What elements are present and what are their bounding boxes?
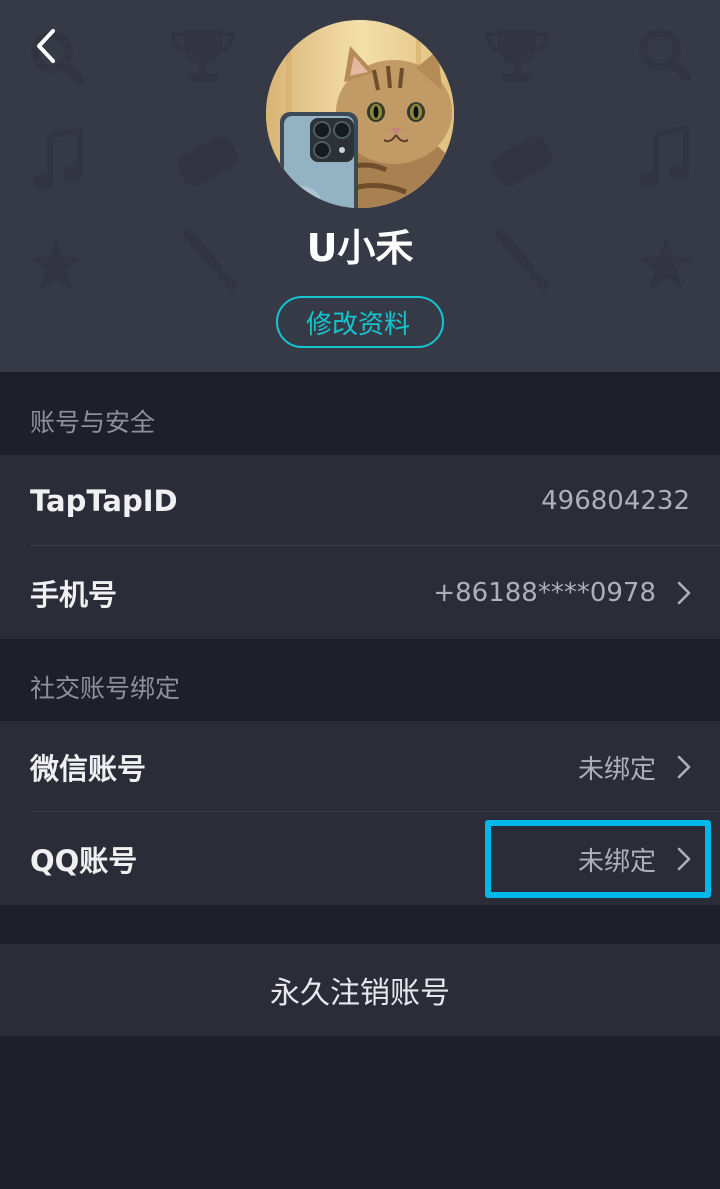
social-binding-card: 微信账号 未绑定 QQ账号 未绑定 — [0, 721, 720, 905]
chevron-right-icon — [677, 755, 691, 779]
chevron-right-icon — [677, 847, 691, 871]
trophy-icon — [485, 30, 549, 82]
divider — [30, 545, 720, 546]
phone-row[interactable]: 手机号 +86188****0978 — [0, 547, 720, 639]
wechat-status: 未绑定 — [577, 754, 656, 785]
qq-label: QQ账号 — [30, 844, 138, 878]
taptap-id-value: 496804232 — [541, 486, 690, 516]
avatar-image — [266, 20, 454, 208]
qq-status: 未绑定 — [577, 846, 656, 877]
edit-profile-button[interactable]: 修改资料 — [276, 296, 444, 348]
music-note-icon — [639, 126, 689, 188]
phone-label: 手机号 — [30, 578, 118, 612]
edit-profile-label: 修改资料 — [305, 309, 410, 340]
wechat-row[interactable]: 微信账号 未绑定 — [0, 721, 720, 813]
section-title-account-security: 账号与安全 — [30, 408, 156, 437]
account-settings-page: U小禾 修改资料 账号与安全 TapTapID 496804232 手机号 +8… — [0, 0, 720, 1189]
account-security-card: TapTapID 496804232 手机号 +86188****0978 — [0, 455, 720, 639]
chevron-left-icon — [37, 29, 55, 63]
delete-account-button[interactable]: 永久注销账号 — [0, 944, 720, 1036]
section-title-social-binding: 社交账号绑定 — [30, 674, 181, 703]
gamepad-icon — [491, 136, 553, 186]
taptap-id-label: TapTapID — [30, 484, 178, 518]
divider — [30, 811, 720, 812]
qq-row[interactable]: QQ账号 未绑定 — [0, 813, 720, 905]
wechat-label: 微信账号 — [30, 752, 147, 786]
search-icon — [639, 29, 693, 83]
profile-header: U小禾 修改资料 — [0, 0, 720, 372]
back-button[interactable] — [22, 22, 70, 70]
username: U小禾 — [306, 226, 414, 270]
phone-value: +86188****0978 — [433, 578, 656, 608]
avatar[interactable] — [266, 20, 454, 208]
gamepad-icon — [177, 136, 239, 186]
music-note-icon — [33, 128, 83, 190]
trophy-icon — [171, 30, 235, 82]
taptap-id-row[interactable]: TapTapID 496804232 — [0, 455, 720, 547]
chevron-right-icon — [677, 581, 691, 605]
